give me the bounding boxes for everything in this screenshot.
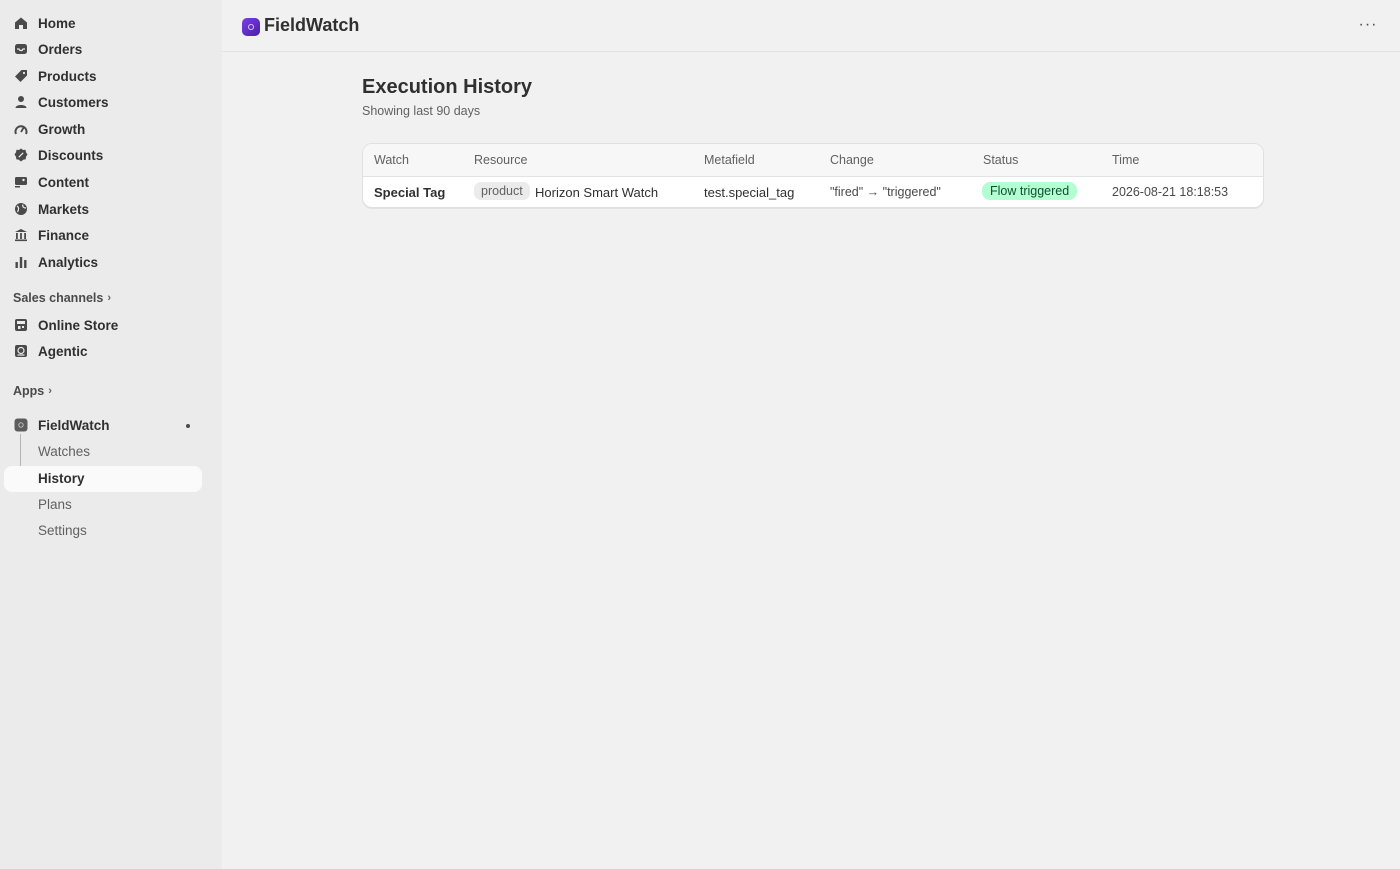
- nav-home-label: Home: [38, 15, 76, 31]
- page-subtitle: Showing last 90 days: [362, 104, 481, 118]
- nav-finance[interactable]: Finance: [4, 222, 202, 248]
- image-icon: [13, 174, 29, 190]
- column-header-resource: Resource: [474, 153, 528, 167]
- agent-icon: [13, 343, 29, 359]
- table-row[interactable]: Special Tag product Horizon Smart Watch …: [363, 177, 1263, 207]
- cell-change: "fired" → "triggered": [830, 185, 941, 199]
- nav-agentic-label: Agentic: [38, 343, 88, 359]
- nav-markets-label: Markets: [38, 201, 90, 217]
- nav-home[interactable]: Home: [4, 10, 202, 36]
- nav-sub-watches[interactable]: Watches: [4, 439, 202, 465]
- table-header: Watch Resource Metafield Change Status T…: [363, 144, 1263, 177]
- nav-agentic[interactable]: Agentic: [4, 338, 202, 364]
- nav-fieldwatch-app[interactable]: FieldWatch: [4, 412, 202, 438]
- status-badge: Flow triggered: [982, 182, 1078, 200]
- nav-growth[interactable]: Growth: [4, 116, 202, 142]
- nav-discounts-label: Discounts: [38, 147, 104, 163]
- nav-analytics[interactable]: Analytics: [4, 249, 202, 275]
- more-actions-button[interactable]: ···: [1356, 16, 1380, 36]
- apps-header[interactable]: Apps ›: [13, 384, 52, 398]
- inbox-icon: [13, 41, 29, 57]
- nav-analytics-label: Analytics: [38, 254, 99, 270]
- nav-content-label: Content: [38, 174, 89, 190]
- cell-resource-name: Horizon Smart Watch: [535, 185, 659, 200]
- home-icon: [13, 15, 29, 31]
- nav-finance-label: Finance: [38, 227, 90, 243]
- column-header-change: Change: [830, 153, 874, 167]
- gauge-icon: [13, 121, 29, 137]
- column-header-metafield: Metafield: [704, 153, 755, 167]
- sales-channels-label: Sales channels: [13, 291, 104, 305]
- bank-icon: [13, 227, 29, 243]
- discount-icon: [13, 147, 29, 163]
- cell-watch: Special Tag: [374, 185, 446, 200]
- nav-products[interactable]: Products: [4, 63, 202, 89]
- nav-sub-watches-label: Watches: [38, 444, 91, 459]
- chevron-right-icon: ›: [107, 292, 111, 304]
- bar-chart-icon: [13, 254, 29, 270]
- nav-sub-settings[interactable]: Settings: [4, 518, 202, 544]
- nav-online-store-label: Online Store: [38, 317, 119, 333]
- nav-growth-label: Growth: [38, 121, 86, 137]
- nav-markets[interactable]: Markets: [4, 196, 202, 222]
- page-title: Execution History: [362, 76, 533, 98]
- pin-dot-icon: [186, 424, 190, 428]
- resource-type-badge: product: [474, 182, 530, 200]
- fieldwatch-logo-icon: [242, 18, 260, 36]
- cell-time: 2026-08-21 18:18:53: [1112, 185, 1229, 199]
- nav-online-store[interactable]: Online Store: [4, 312, 202, 338]
- person-icon: [13, 94, 29, 110]
- sales-channels-header[interactable]: Sales channels ›: [13, 291, 111, 305]
- column-header-watch: Watch: [374, 153, 409, 167]
- sidebar: Home Orders Products Customers Growth Di…: [0, 0, 222, 869]
- globe-icon: [13, 201, 29, 217]
- store-icon: [13, 317, 29, 333]
- chevron-right-icon: ›: [48, 385, 52, 397]
- nav-sub-plans-label: Plans: [38, 497, 72, 512]
- column-header-status: Status: [983, 153, 1019, 167]
- nav-fieldwatch-label: FieldWatch: [38, 417, 110, 433]
- column-header-time: Time: [1112, 153, 1140, 167]
- nav-discounts[interactable]: Discounts: [4, 142, 202, 168]
- nav-content[interactable]: Content: [4, 169, 202, 195]
- nav-orders-label: Orders: [38, 41, 83, 57]
- app-icon: [13, 417, 29, 433]
- nav-sub-settings-label: Settings: [38, 523, 87, 538]
- nav-sub-plans[interactable]: Plans: [4, 492, 202, 518]
- app-title: FieldWatch: [264, 15, 360, 35]
- nav-products-label: Products: [38, 68, 97, 84]
- history-table: Watch Resource Metafield Change Status T…: [362, 143, 1264, 208]
- app-header: FieldWatch ···: [222, 0, 1400, 52]
- cell-metafield: test.special_tag: [704, 185, 795, 200]
- main-content: FieldWatch ··· Execution History Showing…: [222, 0, 1400, 869]
- nav-orders[interactable]: Orders: [4, 36, 202, 62]
- nav-customers-label: Customers: [38, 94, 109, 110]
- nav-sub-history[interactable]: History: [4, 466, 202, 492]
- tag-icon: [13, 68, 29, 84]
- nav-sub-history-label: History: [38, 471, 85, 486]
- apps-label: Apps: [13, 384, 45, 398]
- nav-customers[interactable]: Customers: [4, 89, 202, 115]
